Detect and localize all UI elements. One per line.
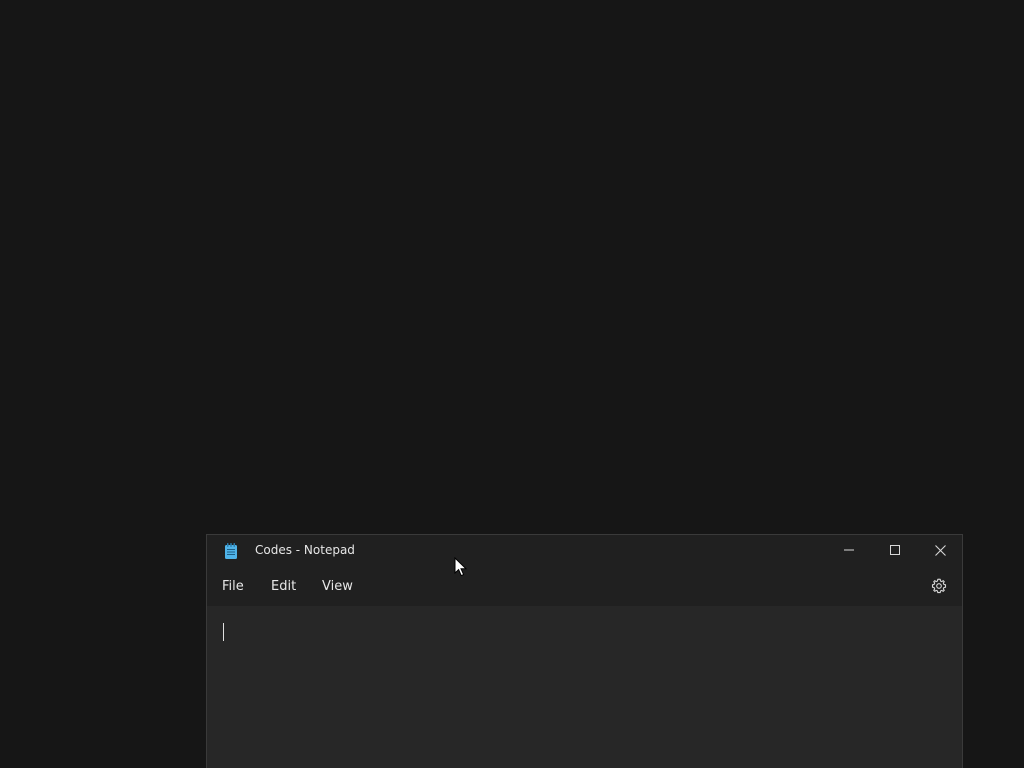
mouse-pointer-icon [454,556,468,577]
maximize-button[interactable] [872,535,918,565]
window-title: Codes - Notepad [255,543,355,557]
title-bar[interactable]: Codes - Notepad [207,535,962,567]
notepad-window: Codes - Notepad File Edit View [206,534,963,768]
maximize-icon [890,545,900,555]
menu-file[interactable]: File [220,579,246,595]
menu-bar: File Edit View [207,567,962,606]
close-icon [934,544,946,556]
menu-edit[interactable]: Edit [269,579,298,595]
notepad-icon [224,543,238,559]
settings-button[interactable] [929,578,949,598]
text-caret [223,623,224,641]
close-button[interactable] [917,535,962,565]
gear-icon [931,578,947,598]
minimize-icon [844,545,854,555]
text-editor[interactable] [207,606,962,768]
menu-view[interactable]: View [320,579,355,595]
minimize-button[interactable] [826,535,872,565]
